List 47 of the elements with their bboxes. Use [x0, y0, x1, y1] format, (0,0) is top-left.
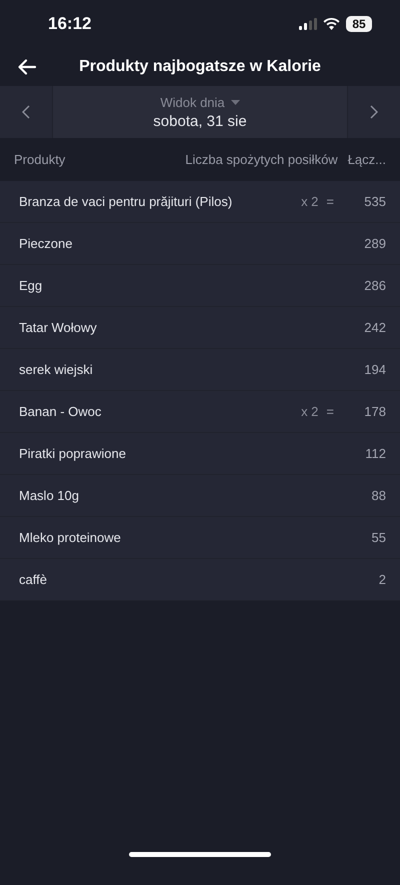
- product-row[interactable]: Pieczone 289: [0, 223, 400, 265]
- column-header: Produkty: [14, 152, 66, 167]
- calorie-value: 194: [363, 362, 386, 377]
- status-time: 16:12: [48, 14, 92, 34]
- signal-icon: [299, 18, 317, 30]
- product-name: Maslo 10g: [19, 488, 80, 503]
- calorie-value: 535: [363, 194, 386, 209]
- product-row[interactable]: Mleko proteinowe 55: [0, 517, 400, 559]
- meal-count: x 2: [301, 194, 318, 209]
- product-name: Pieczone: [19, 236, 74, 251]
- product-row[interactable]: Egg 286: [0, 265, 400, 307]
- calorie-value: 55: [370, 530, 386, 545]
- chevron-left-icon: [22, 105, 30, 119]
- product-row[interactable]: serek wiejski 194: [0, 349, 400, 391]
- product-name: Branza de vaci pentru prăjituri (Pilos): [19, 194, 234, 209]
- calorie-value: 242: [363, 320, 386, 335]
- equals-sign: =: [326, 194, 334, 209]
- product-name: Mleko proteinowe: [19, 530, 122, 545]
- calorie-value: 88: [370, 488, 386, 503]
- product-name: Tatar Wołowy: [19, 320, 98, 335]
- product-row[interactable]: Piratki poprawione 112: [0, 433, 400, 475]
- calorie-value: 286: [363, 278, 386, 293]
- date-label: sobota, 31 sie: [153, 112, 247, 130]
- product-row[interactable]: Tatar Wołowy 242: [0, 307, 400, 349]
- product-name: Piratki poprawione: [19, 446, 127, 461]
- calorie-value: 289: [363, 236, 386, 251]
- equals-sign: =: [326, 404, 334, 419]
- calorie-value: 112: [364, 446, 386, 461]
- product-name: Banan - Owoc: [19, 404, 102, 419]
- wifi-icon: [323, 18, 340, 30]
- meal-count: x 2: [301, 404, 318, 419]
- chevron-right-icon: [370, 105, 378, 119]
- product-row[interactable]: caffè 2: [0, 559, 400, 601]
- view-dropdown[interactable]: Widok dnia: [160, 94, 240, 110]
- caret-icon: [230, 100, 240, 104]
- product-row[interactable]: Banan - Owoc x 2 = 178: [0, 391, 400, 433]
- screen-title: Produkty najbogatsze w Kalorie: [78, 58, 322, 76]
- product-name: serek wiejski: [19, 362, 94, 377]
- product-row[interactable]: Branza de vaci pentru prăjituri (Pilos) x 2 = 535: [0, 181, 400, 223]
- battery-level: 85: [346, 16, 372, 32]
- column-header: Liczba spożytych posiłków: [185, 152, 338, 167]
- calorie-value: 178: [363, 404, 386, 419]
- column-header: Łącz...: [348, 152, 386, 167]
- product-name: Egg: [19, 278, 44, 293]
- calorie-value: 2: [378, 572, 386, 587]
- product-name: caffè: [19, 572, 48, 587]
- product-row[interactable]: Maslo 10g 88: [0, 475, 400, 517]
